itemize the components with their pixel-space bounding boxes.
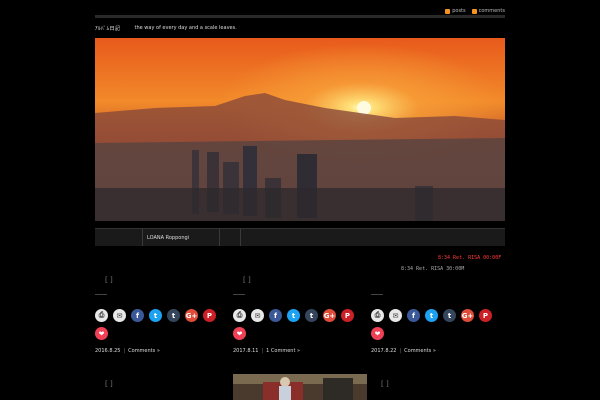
post-stamp: 8:34 Ret. RISA 30:00M <box>401 266 465 272</box>
post-thumbnail[interactable] <box>233 374 367 400</box>
comments-link[interactable]: 1 Comment » <box>266 348 300 354</box>
thumbnail-image <box>233 374 367 400</box>
thumbnail-placeholder-icon[interactable]: [ ] <box>233 276 368 288</box>
meta-separator: | <box>399 348 402 354</box>
pocket-icon[interactable]: ❤ <box>95 327 108 340</box>
post-divider <box>371 294 383 295</box>
site-logo[interactable]: ｱﾙﾊﾞﾑ日記 <box>95 25 121 32</box>
post-date: 2017.8.11 <box>233 348 259 354</box>
post-divider <box>233 294 245 295</box>
header-divider <box>95 15 505 18</box>
share-buttons: ⎙ ✉ f t t G+ P ❤ <box>233 309 358 340</box>
pinterest-icon[interactable]: P <box>341 309 354 322</box>
meta-separator: | <box>261 348 264 354</box>
post-card: [ ] ⎙ ✉ f t t G+ P ❤ 2017.8.11 | 1 Comment » <box>233 266 368 354</box>
sunset-skyline-image <box>95 38 505 221</box>
thumbnail-placeholder-icon[interactable] <box>371 276 506 288</box>
comments-link[interactable]: Comments » <box>128 348 160 354</box>
site-tagline: the way of every day and a scale leaves. <box>134 25 237 31</box>
share-buttons: ⎙ ✉ f t t G+ P ❤ <box>371 309 496 340</box>
post-meta: 2016.8.25 | Comments » <box>95 348 230 354</box>
post-card: [ ] ⎙ ✉ f t t G+ P ❤ 2016.8.25 | Comments » <box>95 266 230 354</box>
tumblr-icon[interactable]: t <box>167 309 180 322</box>
google-plus-icon[interactable]: G+ <box>185 309 198 322</box>
email-icon[interactable]: ✉ <box>113 309 126 322</box>
post-card: 8:34 Ret. RISA 30:00M ⎙ ✉ f t t G+ P ❤ 2017.8.2… <box>371 266 506 354</box>
google-plus-icon[interactable]: G+ <box>461 309 474 322</box>
meta-separator: | <box>123 348 126 354</box>
tumblr-icon[interactable]: t <box>305 309 318 322</box>
status-alert: 8:34 Ret. RISA 00:00F <box>438 255 502 261</box>
comments-feed-label: comments <box>478 8 505 14</box>
post-meta: 2017.8.22 | Comments » <box>371 348 506 354</box>
facebook-icon[interactable]: f <box>269 309 282 322</box>
pocket-icon[interactable]: ❤ <box>233 327 246 340</box>
post-date: 2016.8.25 <box>95 348 121 354</box>
rss-icon <box>445 8 451 14</box>
twitter-icon[interactable]: t <box>287 309 300 322</box>
posts-feed-label: posts <box>452 8 466 14</box>
post-date: 2017.8.22 <box>371 348 397 354</box>
post-meta: 2017.8.11 | 1 Comment » <box>233 348 368 354</box>
hero-image[interactable] <box>95 38 505 221</box>
email-icon[interactable]: ✉ <box>389 309 402 322</box>
pinterest-icon[interactable]: P <box>479 309 492 322</box>
rss-icon <box>471 8 477 14</box>
site-header: ｱﾙﾊﾞﾑ日記 the way of every day and a scale… <box>95 23 505 33</box>
thumbnail-placeholder-icon[interactable]: [ ] <box>381 380 389 388</box>
share-buttons: ⎙ ✉ f t t G+ P ❤ <box>95 309 220 340</box>
hero-caption-bar: LOANA Roppongi <box>95 228 505 246</box>
thumbnail-placeholder-icon[interactable]: [ ] <box>105 380 113 388</box>
post-stamp <box>233 266 368 276</box>
pocket-icon[interactable]: ❤ <box>371 327 384 340</box>
pinterest-icon[interactable]: P <box>203 309 216 322</box>
posts-feed-link[interactable]: posts <box>445 8 466 14</box>
email-icon[interactable]: ✉ <box>251 309 264 322</box>
print-icon[interactable]: ⎙ <box>371 309 384 322</box>
facebook-icon[interactable]: f <box>131 309 144 322</box>
caption-cell <box>95 229 143 246</box>
post-divider <box>95 294 107 295</box>
google-plus-icon[interactable]: G+ <box>323 309 336 322</box>
comments-feed-link[interactable]: comments <box>471 8 505 14</box>
tumblr-icon[interactable]: t <box>443 309 456 322</box>
facebook-icon[interactable]: f <box>407 309 420 322</box>
twitter-icon[interactable]: t <box>425 309 438 322</box>
comments-link[interactable]: Comments » <box>404 348 436 354</box>
caption-cell <box>220 229 241 246</box>
post-stamp <box>95 266 230 276</box>
twitter-icon[interactable]: t <box>149 309 162 322</box>
hero-caption[interactable]: LOANA Roppongi <box>143 229 220 246</box>
print-icon[interactable]: ⎙ <box>233 309 246 322</box>
print-icon[interactable]: ⎙ <box>95 309 108 322</box>
thumbnail-placeholder-icon[interactable]: [ ] <box>95 276 230 288</box>
